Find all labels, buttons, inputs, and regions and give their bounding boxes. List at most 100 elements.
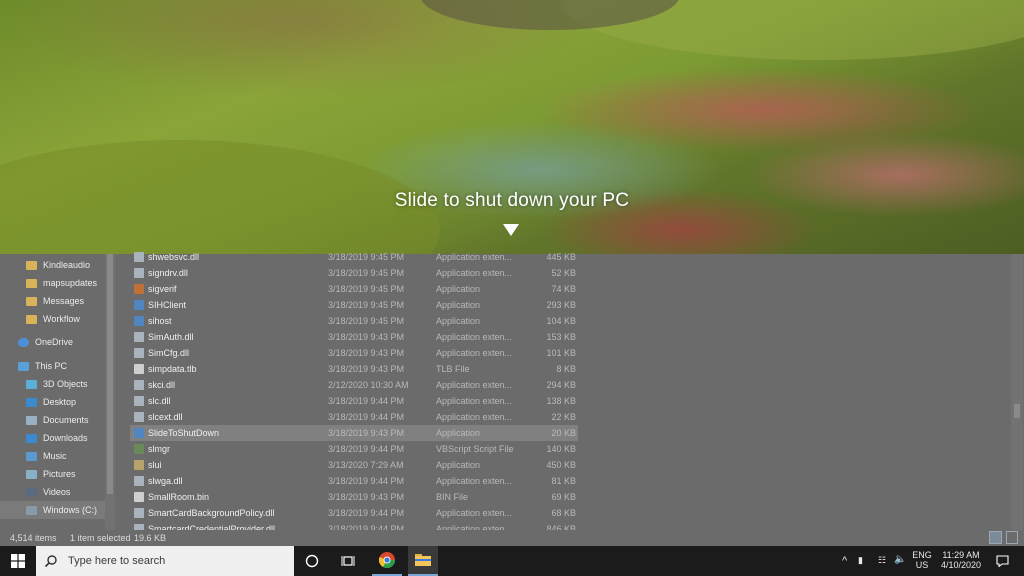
- task-view-button[interactable]: [334, 546, 362, 576]
- nav-item-3d-objects[interactable]: 3D Objects: [26, 375, 88, 393]
- slide-to-shutdown-panel[interactable]: Slide to shut down your PC: [0, 0, 1024, 254]
- taskbar-app-chrome[interactable]: [372, 546, 402, 576]
- dll-file-icon: [134, 252, 144, 262]
- show-hidden-icons-chevron-icon[interactable]: ^: [842, 555, 847, 567]
- file-date: 3/18/2019 9:45 PM: [328, 300, 405, 310]
- cloud-icon: [18, 337, 29, 347]
- action-center-button[interactable]: [990, 546, 1014, 576]
- file-name: SmartCardBackgroundPolicy.dll: [148, 508, 275, 518]
- dll-file-icon: [134, 380, 144, 390]
- navigation-pane: Kindleaudio mapsupdates Messages Workflo…: [0, 254, 118, 530]
- table-row-selected[interactable]: SlideToShutDown 3/18/2019 9:43 PM Applic…: [130, 425, 578, 441]
- file-date: 3/18/2019 9:45 PM: [328, 252, 405, 262]
- nav-item-onedrive[interactable]: OneDrive: [18, 333, 73, 351]
- file-size: 69 KB: [551, 492, 576, 502]
- selection-count: 1 item selected: [70, 533, 131, 543]
- slide-down-arrow-icon[interactable]: [503, 224, 519, 236]
- nav-item-downloads[interactable]: Downloads: [26, 429, 88, 447]
- language-indicator[interactable]: ENG US: [910, 550, 934, 570]
- table-row[interactable]: slui 3/13/2020 7:29 AM Application 450 K…: [130, 457, 578, 473]
- table-row[interactable]: simpdata.tlb 3/18/2019 9:43 PM TLB File …: [130, 361, 578, 377]
- status-bar: 4,514 items 1 item selected 19.6 KB: [0, 530, 1024, 546]
- large-icons-view-icon[interactable]: [1006, 531, 1018, 544]
- nav-item-documents[interactable]: Documents: [26, 411, 89, 429]
- table-row[interactable]: SimCfg.dll 3/18/2019 9:43 PM Application…: [130, 345, 578, 361]
- file-type: Application exten...: [436, 252, 513, 262]
- clock[interactable]: 11:29 AM 4/10/2020: [936, 550, 986, 570]
- folder-icon: [26, 314, 37, 324]
- table-row[interactable]: sihost 3/18/2019 9:45 PM Application 104…: [130, 313, 578, 329]
- nav-item-pictures[interactable]: Pictures: [26, 465, 76, 483]
- nav-scrollbar[interactable]: [105, 254, 115, 530]
- table-row[interactable]: slwga.dll 3/18/2019 9:44 PM Application …: [130, 473, 578, 489]
- file-name: slmgr: [148, 444, 170, 454]
- table-row[interactable]: shwebsvc.dll 3/18/2019 9:45 PM Applicati…: [130, 249, 578, 265]
- file-name: sigverif: [148, 284, 177, 294]
- nav-scrollbar-thumb[interactable]: [107, 254, 113, 494]
- file-size: 104 KB: [546, 316, 576, 326]
- nav-item-videos[interactable]: Videos: [26, 483, 70, 501]
- table-row[interactable]: SIHClient 3/18/2019 9:45 PM Application …: [130, 297, 578, 313]
- taskbar-search-box[interactable]: Type here to search: [36, 546, 294, 576]
- nav-item-this-pc[interactable]: This PC: [18, 357, 67, 375]
- table-row[interactable]: slcext.dll 3/18/2019 9:44 PM Application…: [130, 409, 578, 425]
- clock-time: 11:29 AM: [942, 550, 980, 560]
- file-type: Application exten...: [436, 268, 513, 278]
- file-date: 3/18/2019 9:45 PM: [328, 268, 405, 278]
- dll-file-icon: [134, 412, 144, 422]
- volume-icon[interactable]: 🔈: [894, 554, 906, 565]
- file-size: 22 KB: [551, 412, 576, 422]
- cortana-circle-icon: [305, 554, 319, 568]
- table-row[interactable]: SmallRoom.bin 3/18/2019 9:43 PM BIN File…: [130, 489, 578, 505]
- application-icon: [134, 300, 144, 310]
- pictures-icon: [26, 469, 37, 479]
- nav-item-mapsupdates[interactable]: mapsupdates: [26, 274, 97, 292]
- file-date: 2/12/2020 10:30 AM: [328, 380, 409, 390]
- table-row[interactable]: sigverif 3/18/2019 9:45 PM Application 7…: [130, 281, 578, 297]
- file-date: 3/18/2019 9:44 PM: [328, 508, 405, 518]
- table-row[interactable]: slmgr 3/18/2019 9:44 PM VBScript Script …: [130, 441, 578, 457]
- file-type: Application exten...: [436, 508, 513, 518]
- start-button[interactable]: [0, 546, 36, 576]
- table-row[interactable]: SimAuth.dll 3/18/2019 9:43 PM Applicatio…: [130, 329, 578, 345]
- battery-icon[interactable]: ▮: [858, 555, 863, 566]
- table-row[interactable]: skci.dll 2/12/2020 10:30 AM Application …: [130, 377, 578, 393]
- dll-file-icon: [134, 508, 144, 518]
- file-type: Application: [436, 284, 481, 294]
- nav-item-desktop[interactable]: Desktop: [26, 393, 76, 411]
- nav-item-windows-c[interactable]: Windows (C:): [0, 501, 105, 519]
- file-list-scrollbar-thumb[interactable]: [1014, 404, 1020, 418]
- file-list-scrollbar[interactable]: [1011, 254, 1023, 530]
- nav-item-messages[interactable]: Messages: [26, 292, 84, 310]
- nav-item-kindleaudio[interactable]: Kindleaudio: [26, 256, 90, 274]
- nav-item-label: Downloads: [43, 433, 88, 443]
- file-type: VBScript Script File: [436, 444, 514, 454]
- nav-item-music[interactable]: Music: [26, 447, 67, 465]
- file-date: 3/18/2019 9:43 PM: [328, 428, 405, 438]
- file-name: SimAuth.dll: [148, 332, 194, 342]
- table-row[interactable]: signdrv.dll 3/18/2019 9:45 PM Applicatio…: [130, 265, 578, 281]
- chrome-icon: [378, 552, 396, 569]
- file-name: SmallRoom.bin: [148, 492, 210, 502]
- application-icon: [134, 284, 144, 294]
- file-size: 153 KB: [546, 332, 576, 342]
- nav-item-label: mapsupdates: [43, 278, 98, 288]
- file-type: Application exten...: [436, 348, 513, 358]
- clock-date: 4/10/2020: [940, 560, 982, 570]
- nav-item-label: Pictures: [43, 469, 76, 479]
- table-row[interactable]: slc.dll 3/18/2019 9:44 PM Application ex…: [130, 393, 578, 409]
- file-date: 3/18/2019 9:44 PM: [328, 444, 405, 454]
- file-date: 3/18/2019 9:43 PM: [328, 348, 405, 358]
- desktop-icon: [26, 397, 37, 407]
- application-icon: [134, 460, 144, 470]
- file-size: 140 KB: [546, 444, 576, 454]
- file-name: sihost: [148, 316, 172, 326]
- nav-item-workflow[interactable]: Workflow: [26, 310, 80, 328]
- details-view-icon[interactable]: [989, 531, 1002, 544]
- file-type: Application: [436, 300, 481, 310]
- taskbar-app-file-explorer[interactable]: [408, 546, 438, 576]
- cortana-button[interactable]: [298, 546, 326, 576]
- file-name: signdrv.dll: [148, 268, 188, 278]
- network-icon[interactable]: ☷: [878, 555, 886, 566]
- table-row[interactable]: SmartCardBackgroundPolicy.dll 3/18/2019 …: [130, 505, 578, 521]
